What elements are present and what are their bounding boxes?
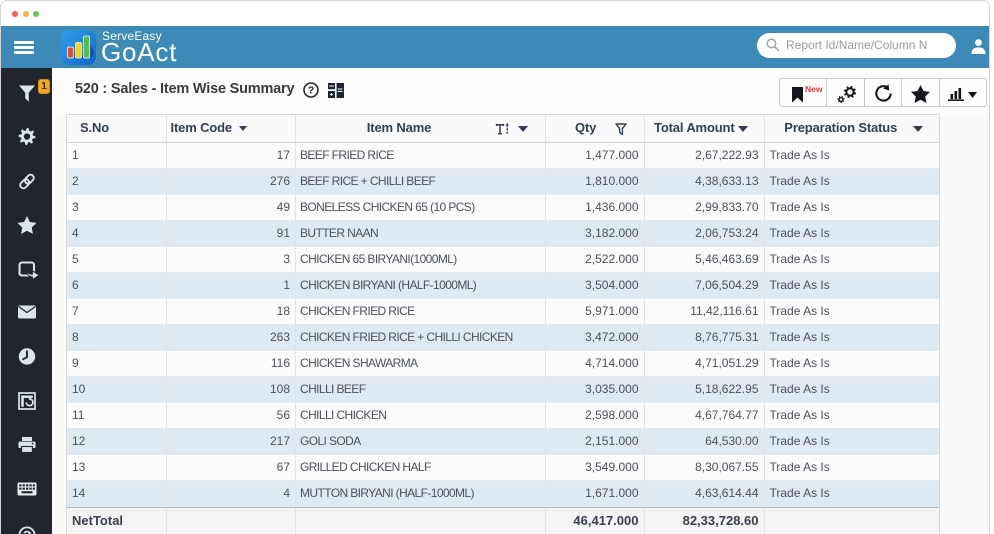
svg-text:?: ?	[308, 85, 314, 97]
